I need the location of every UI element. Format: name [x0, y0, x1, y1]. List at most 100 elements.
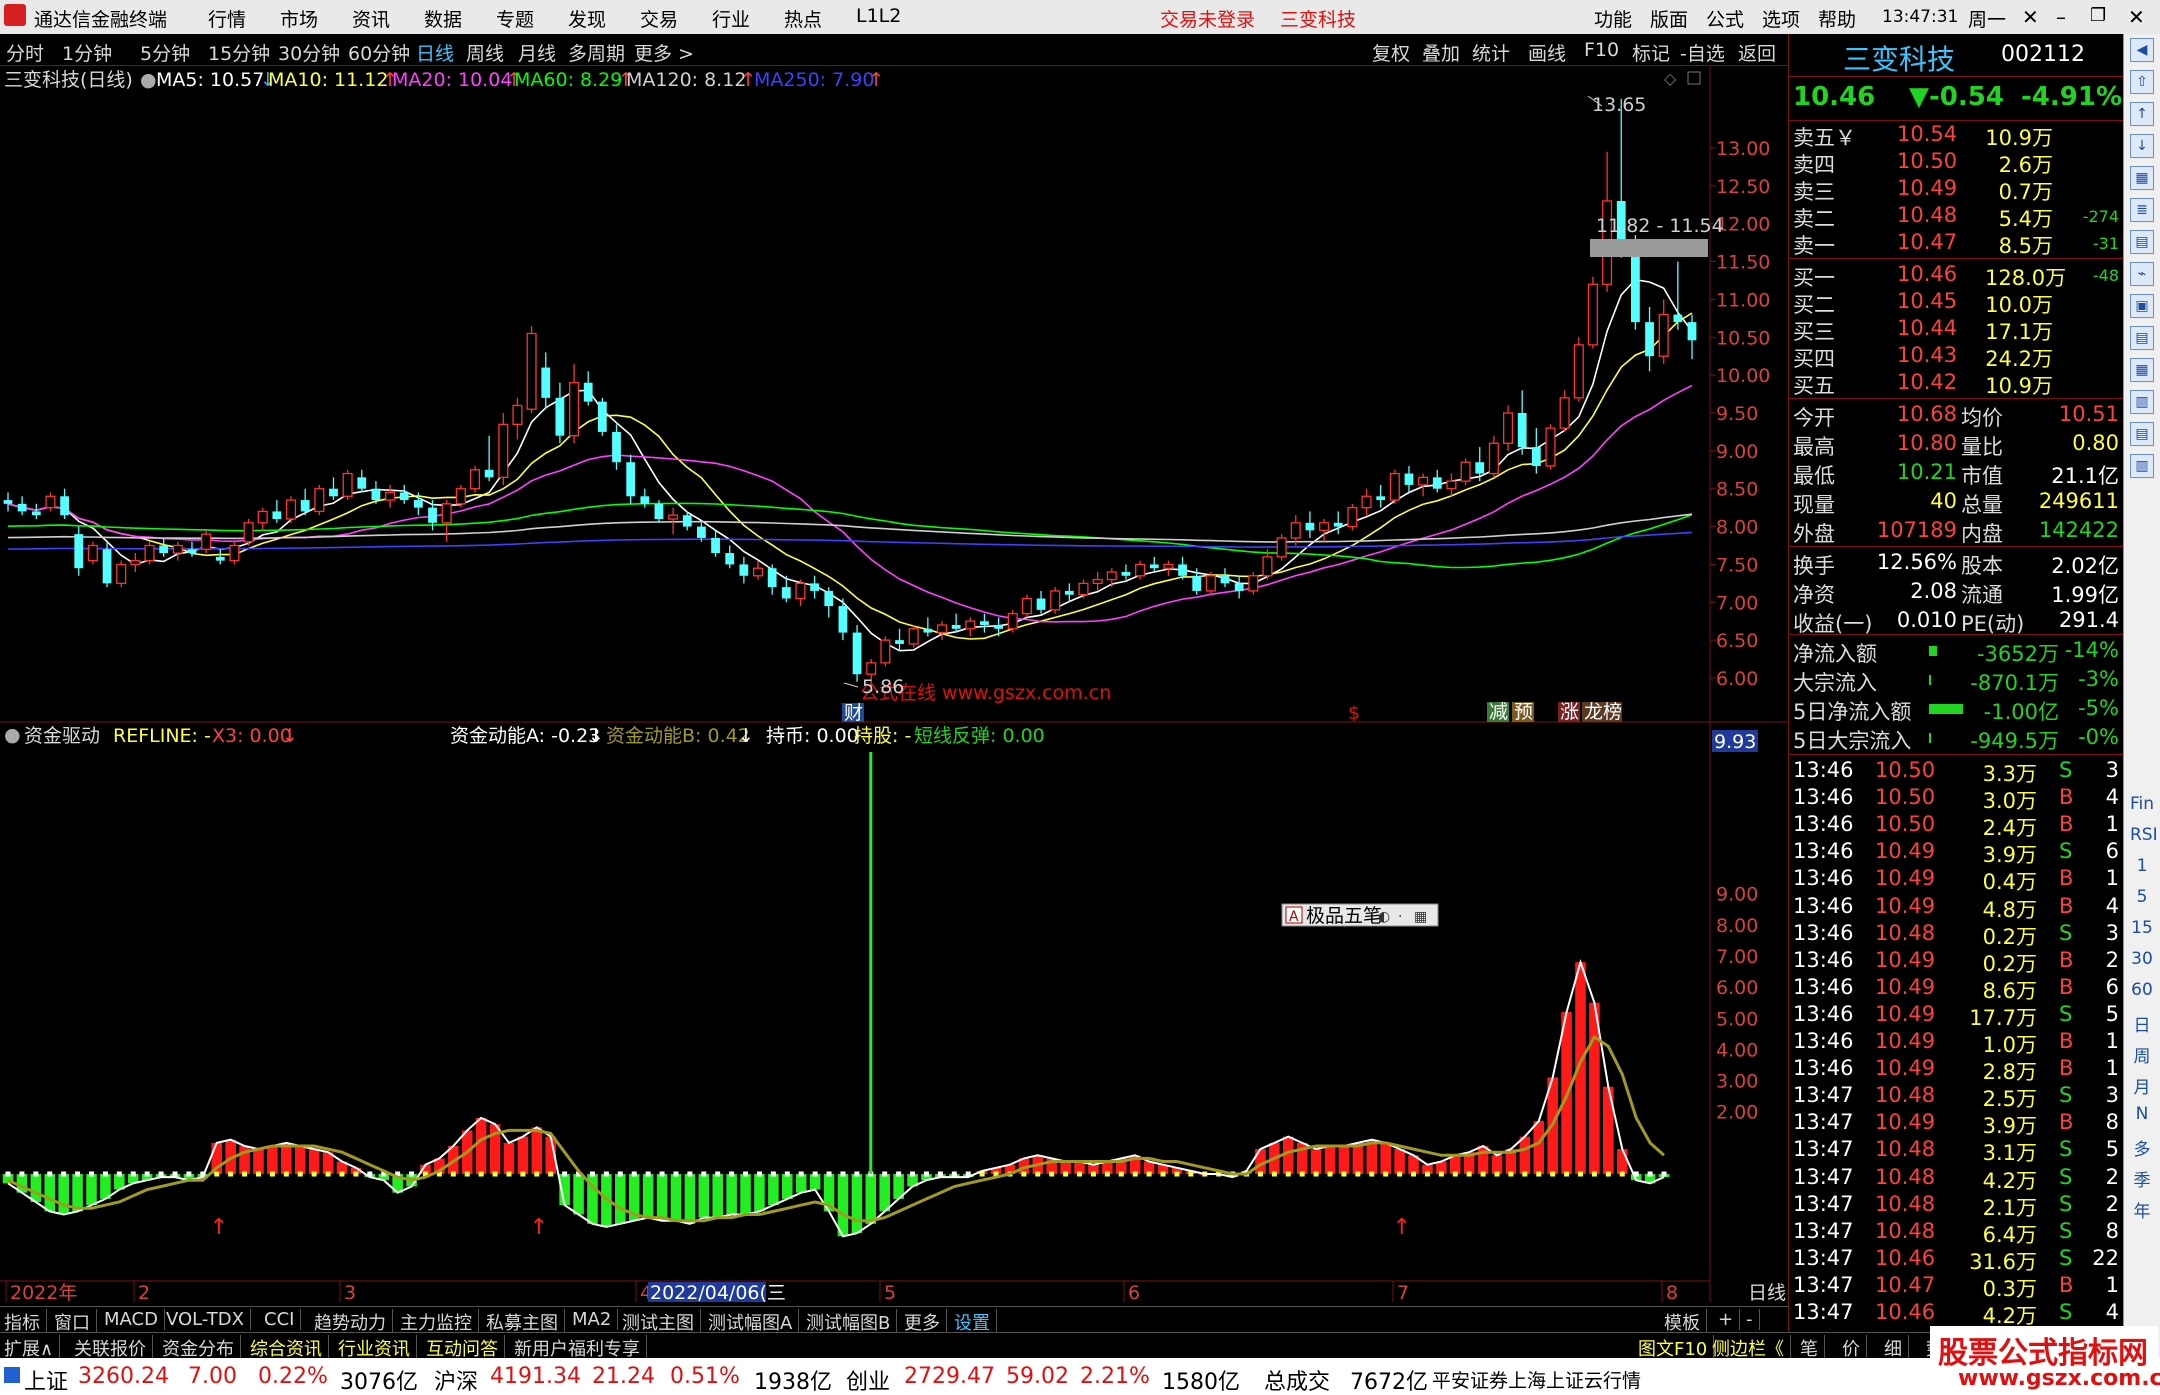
period-1min[interactable]: 1分钟: [62, 39, 112, 66]
menu-item-jiaoyi[interactable]: 交易: [640, 5, 678, 32]
tick-row[interactable]: 13:46 10.50 3.0万 B 4: [1789, 785, 2124, 813]
order-book-row[interactable]: 卖四 10.50 2.6万: [1789, 149, 2124, 177]
tool-period-9[interactable]: 月: [2130, 1073, 2154, 1098]
tool-diejia[interactable]: 叠加: [1422, 39, 1460, 66]
cai-badge[interactable]: 财: [842, 702, 864, 724]
menu-item-faxian[interactable]: 发现: [568, 5, 606, 32]
tool-icon[interactable]: ▥: [2130, 390, 2154, 414]
tool-period-8[interactable]: 周: [2130, 1042, 2154, 1067]
menu-item-zhuanti[interactable]: 专题: [496, 5, 534, 32]
tick-row[interactable]: 13:47 10.46 31.6万 S 22: [1789, 1246, 2124, 1274]
period-5min[interactable]: 5分钟: [140, 39, 190, 66]
tick-row[interactable]: 13:47 10.48 3.1万 S 5: [1789, 1137, 2124, 1165]
index-name[interactable]: 沪深: [434, 1364, 478, 1395]
menu-item-hangye[interactable]: 行业: [712, 5, 750, 32]
period-15min[interactable]: 15分钟: [208, 39, 270, 66]
tool-fanhui[interactable]: 返回: [1738, 39, 1776, 66]
menu-item-l1l2[interactable]: L1L2: [856, 5, 901, 27]
menu-item-banmian[interactable]: 版面: [1650, 5, 1688, 32]
tick-row[interactable]: 13:46 10.49 0.4万 B 1: [1789, 866, 2124, 894]
menu-item-gongneng[interactable]: 功能: [1594, 5, 1632, 32]
period-weekly[interactable]: 周线: [466, 39, 504, 66]
period-30min[interactable]: 30分钟: [278, 39, 340, 66]
tool-huaxian[interactable]: 画线: [1528, 39, 1566, 66]
tool-period-1[interactable]: RSI: [2130, 825, 2158, 845]
menu-item-shuju[interactable]: 数据: [424, 5, 462, 32]
ime-popup[interactable]: A 极品五笔 ◐ · ▦: [1281, 903, 1439, 927]
menu-item-xuanxiang[interactable]: 选项: [1762, 5, 1800, 32]
order-book-row[interactable]: 买五 10.42 10.9万: [1789, 370, 2124, 398]
order-book-row[interactable]: 卖三 10.49 0.7万: [1789, 176, 2124, 204]
tool-icon[interactable]: ↑: [2130, 102, 2154, 126]
indicator-tab[interactable]: MA2: [572, 1309, 619, 1330]
tool-period-2[interactable]: 1: [2130, 856, 2154, 876]
tool-biaoji[interactable]: 标记: [1632, 39, 1670, 66]
tick-row[interactable]: 13:46 10.49 1.0万 B 1: [1789, 1029, 2124, 1057]
tool-period-6[interactable]: 60: [2130, 980, 2154, 1000]
period-60min[interactable]: 60分钟: [348, 39, 410, 66]
tick-row[interactable]: 13:47 10.48 2.1万 S 2: [1789, 1192, 2124, 1220]
tick-row[interactable]: 13:46 10.48 0.2万 S 3: [1789, 921, 2124, 949]
tick-row[interactable]: 13:46 10.49 2.8万 B 1: [1789, 1056, 2124, 1084]
menu-item-zixun[interactable]: 资讯: [352, 5, 390, 32]
tool-icon[interactable]: ▣: [2130, 294, 2154, 318]
indicator-tab[interactable]: VOL-TDX: [166, 1309, 251, 1330]
template-tab[interactable]: -: [1746, 1309, 1760, 1330]
tool-icon[interactable]: ▦: [2130, 358, 2154, 382]
tool-period-4[interactable]: 15: [2130, 918, 2154, 938]
period-more[interactable]: 更多 >: [634, 39, 694, 66]
tool-icon[interactable]: ▤: [2130, 326, 2154, 350]
tool-tongji[interactable]: 统计: [1472, 39, 1510, 66]
order-book-row[interactable]: 买二 10.45 10.0万: [1789, 289, 2124, 317]
index-name[interactable]: 上证: [24, 1364, 68, 1395]
tool-period-10[interactable]: N: [2130, 1104, 2154, 1124]
tick-row[interactable]: 13:47 10.48 4.2万 S 2: [1789, 1165, 2124, 1193]
menu-item-gongshi[interactable]: 公式: [1706, 5, 1744, 32]
tick-row[interactable]: 13:47 10.46 4.2万 S 4: [1789, 1300, 2124, 1328]
order-book-row[interactable]: 买四 10.43 24.2万: [1789, 343, 2124, 371]
tool-icon[interactable]: ▦: [2130, 166, 2154, 190]
tick-row[interactable]: 13:47 10.49 3.9万 B 8: [1789, 1110, 2124, 1138]
tool-period-12[interactable]: 季: [2130, 1166, 2154, 1191]
menu-item-bangzhu[interactable]: 帮助: [1818, 5, 1856, 32]
tool-icon[interactable]: ↓: [2130, 134, 2154, 158]
tool-period-13[interactable]: 年: [2130, 1197, 2154, 1222]
tool-icon[interactable]: ⌁: [2130, 262, 2154, 286]
tool-period-5[interactable]: 30: [2130, 949, 2154, 969]
index-name[interactable]: 创业: [846, 1364, 890, 1395]
tool-icon[interactable]: ⇧: [2130, 70, 2154, 94]
tool-fuquan[interactable]: 复权: [1372, 39, 1410, 66]
tool-period-7[interactable]: 日: [2130, 1011, 2154, 1036]
tick-row[interactable]: 13:47 10.47 0.3万 B 1: [1789, 1273, 2124, 1301]
indicator-tab[interactable]: MACD: [104, 1309, 165, 1330]
tool-icon[interactable]: ▤: [2130, 230, 2154, 254]
tool-icon[interactable]: ≣: [2130, 198, 2154, 222]
tick-row[interactable]: 13:46 10.50 3.3万 S 3: [1789, 758, 2124, 786]
order-book-row[interactable]: 卖一 10.47 8.5万 -31: [1789, 230, 2124, 258]
restore-icon[interactable]: ❐: [2090, 5, 2106, 26]
tick-row[interactable]: 13:47 10.48 2.5万 S 3: [1789, 1083, 2124, 1111]
tool-icon[interactable]: ◀: [2130, 38, 2154, 62]
period-fenshi[interactable]: 分时: [6, 39, 44, 66]
order-book-row[interactable]: 卖二 10.48 5.4万 -274: [1789, 203, 2124, 231]
tick-row[interactable]: 13:46 10.49 8.6万 B 6: [1789, 975, 2124, 1003]
tool-zixuan[interactable]: -自选: [1680, 39, 1725, 66]
order-book-row[interactable]: 卖五￥ 10.54 10.9万: [1789, 122, 2124, 150]
order-book-row[interactable]: 买一 10.46 128.0万 -48: [1789, 262, 2124, 290]
tool-period-0[interactable]: Fin: [2130, 794, 2154, 814]
event-badges[interactable]: 减 预 涨 龙榜: [1487, 701, 1622, 723]
menu-item-redian[interactable]: 热点: [784, 5, 822, 32]
period-daily[interactable]: 日线: [416, 39, 454, 66]
indicator-tab[interactable]: CCI: [264, 1309, 302, 1330]
expand-icon[interactable]: [1687, 71, 1701, 85]
tick-row[interactable]: 13:46 10.49 4.8万 B 4: [1789, 894, 2124, 922]
menu-item-hangqing[interactable]: 行情: [208, 5, 246, 32]
order-book-row[interactable]: 买三 10.44 17.1万: [1789, 316, 2124, 344]
menu-item-shichang[interactable]: 市场: [280, 5, 318, 32]
period-multi[interactable]: 多周期: [568, 39, 625, 66]
minimize-icon[interactable]: –: [2056, 5, 2066, 29]
tool-period-11[interactable]: 多: [2130, 1135, 2154, 1160]
close-window-icon[interactable]: ✕: [2128, 5, 2145, 29]
tick-row[interactable]: 13:46 10.50 2.4万 B 1: [1789, 812, 2124, 840]
login-status[interactable]: 交易未登录: [1160, 5, 1255, 32]
